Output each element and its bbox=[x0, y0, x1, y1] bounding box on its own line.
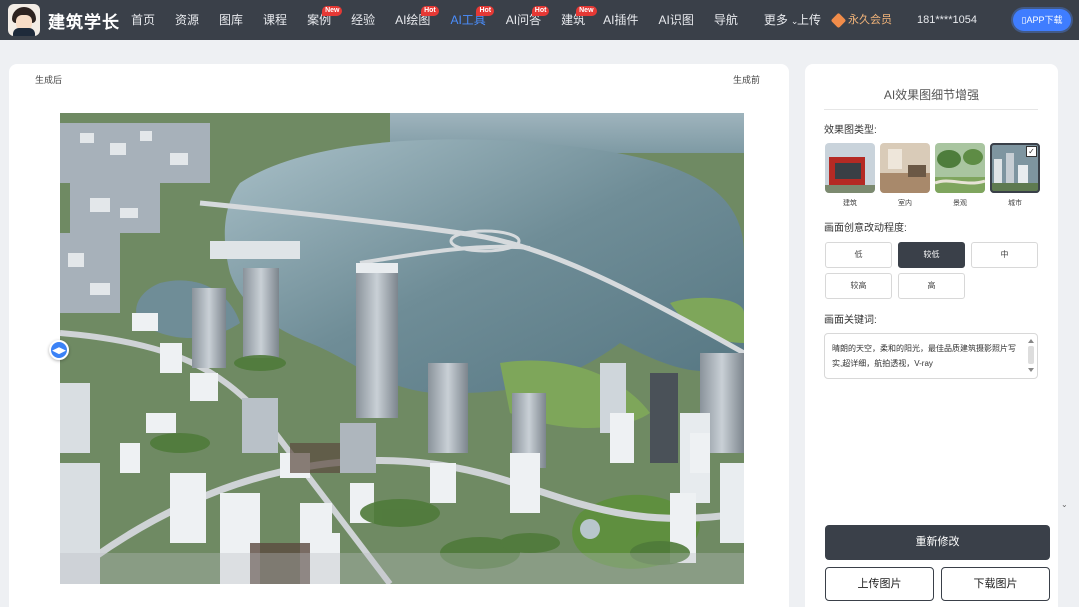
regenerate-button[interactable]: 重新修改 bbox=[825, 525, 1050, 560]
level-lower-button[interactable]: 较低 bbox=[898, 242, 965, 268]
user-phone[interactable]: 181****1054 bbox=[917, 0, 977, 40]
type-option-architecture[interactable] bbox=[825, 143, 875, 193]
upload-link[interactable]: 上传 bbox=[797, 0, 821, 40]
type-name-city: 城市 bbox=[1008, 200, 1022, 207]
nav-item-cases[interactable]: 案例 New bbox=[307, 0, 343, 40]
vip-label: 永久会员 bbox=[848, 14, 892, 26]
hot-badge: Hot bbox=[421, 6, 439, 16]
panel-divider bbox=[824, 109, 1038, 110]
compare-slider-handle[interactable]: ◀▶ bbox=[49, 340, 69, 360]
nav-item-architecture[interactable]: 建筑 New bbox=[561, 0, 597, 40]
diamond-icon bbox=[830, 12, 847, 28]
render-type-label: 效果图类型: bbox=[824, 125, 877, 136]
nav-item-navigation[interactable]: 导航 bbox=[714, 0, 738, 40]
new-badge: New bbox=[322, 6, 343, 16]
panel-title: AI效果图细节增强 bbox=[883, 88, 980, 102]
new-badge: New bbox=[576, 6, 597, 16]
nav-item-home[interactable]: 首页 bbox=[131, 0, 155, 40]
avatar-icon bbox=[8, 4, 40, 36]
level-low-button[interactable]: 低 bbox=[825, 242, 892, 268]
prompt-textarea[interactable]: 晴朗的天空，柔和的阳光，最佳品质建筑摄影照片写实,超详细，航拍透视，V-ray bbox=[824, 333, 1038, 379]
nav-item-gallery[interactable]: 图库 bbox=[219, 0, 243, 40]
architecture-thumbnail bbox=[825, 143, 875, 193]
top-navbar: 建筑学长 首页 资源 图库 课程 案例 New 经验 AI绘图 Hot AI工具 Ho… bbox=[0, 0, 1079, 40]
nav-item-ai-recognition[interactable]: AI识图 bbox=[658, 0, 693, 40]
aerial-city-render-image[interactable] bbox=[60, 113, 744, 584]
level-higher-button[interactable]: 较高 bbox=[825, 273, 892, 299]
hot-badge: Hot bbox=[531, 6, 550, 16]
nav-item-courses[interactable]: 课程 bbox=[263, 0, 287, 40]
landscape-thumbnail bbox=[935, 143, 985, 193]
prompt-scrollbar[interactable] bbox=[1027, 336, 1035, 376]
nav-item-ai-tools[interactable]: AI工具 Hot bbox=[450, 0, 495, 40]
type-name-interior: 室内 bbox=[898, 200, 912, 207]
interior-thumbnail bbox=[880, 143, 930, 193]
arrows-horizontal-icon: ◀▶ bbox=[52, 345, 66, 355]
app-download-button[interactable]: ▯APP下载 bbox=[1013, 9, 1071, 31]
nav-item-experience[interactable]: 经验 bbox=[351, 0, 375, 40]
type-name-landscape: 景观 bbox=[953, 200, 967, 207]
type-name-architecture: 建筑 bbox=[843, 200, 857, 207]
main-nav: 首页 资源 图库 课程 案例 New 经验 AI绘图 Hot AI工具 Hot AI问… bbox=[120, 0, 798, 40]
before-label: 生成前 bbox=[733, 75, 761, 85]
download-image-button[interactable]: 下载图片 bbox=[941, 567, 1050, 601]
brand-name: 建筑学长 bbox=[48, 12, 120, 32]
nav-item-ai-drawing[interactable]: AI绘图 Hot bbox=[395, 0, 439, 40]
nav-item-more[interactable]: 更多 ⌄ bbox=[764, 0, 799, 40]
nav-item-ai-qa[interactable]: AI问答 Hot bbox=[506, 0, 550, 40]
after-label: 生成后 bbox=[35, 75, 63, 85]
creativity-level-label: 画面创意改动程度: bbox=[824, 223, 907, 234]
type-option-interior[interactable] bbox=[880, 143, 930, 193]
brand-logo[interactable]: 建筑学长 bbox=[8, 4, 120, 36]
hot-badge: Hot bbox=[476, 6, 495, 16]
level-medium-button[interactable]: 中 bbox=[971, 242, 1038, 268]
type-option-landscape[interactable] bbox=[935, 143, 985, 193]
nav-item-resources[interactable]: 资源 bbox=[175, 0, 199, 40]
upload-image-button[interactable]: 上传图片 bbox=[825, 567, 934, 601]
checkmark-icon: ✓ bbox=[1026, 146, 1037, 157]
prompt-label: 画面关键词: bbox=[824, 315, 877, 326]
city-render-illustration bbox=[60, 113, 744, 584]
level-high-button[interactable]: 高 bbox=[898, 273, 965, 299]
vip-status[interactable]: 永久会员 bbox=[830, 0, 892, 40]
panel-scroll-down-icon[interactable]: ⌄ bbox=[1061, 500, 1068, 509]
nav-item-ai-plugins[interactable]: AI插件 bbox=[603, 0, 638, 40]
type-option-city[interactable]: ✓ bbox=[990, 143, 1040, 193]
